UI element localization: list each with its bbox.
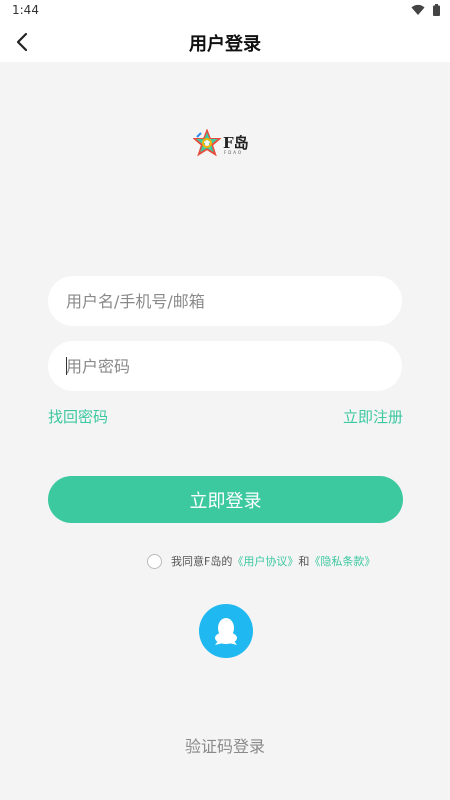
text-cursor	[66, 357, 67, 375]
status-time: 1:44	[12, 3, 39, 17]
privacy-policy-link[interactable]: 《隐私条款》	[309, 553, 375, 569]
login-button[interactable]: 立即登录	[48, 476, 403, 523]
username-field[interactable]	[48, 276, 402, 326]
status-icons	[411, 4, 440, 16]
agree-checkbox[interactable]	[147, 553, 162, 569]
battery-icon	[433, 4, 440, 16]
logo-star-icon	[193, 129, 221, 157]
qq-icon	[215, 618, 237, 645]
logo-text: F岛	[223, 133, 249, 152]
register-link[interactable]: 立即注册	[343, 406, 403, 427]
qq-login-button[interactable]	[199, 604, 253, 658]
sms-code-login-link[interactable]: 验证码登录	[0, 733, 450, 757]
page-title: 用户登录	[189, 34, 261, 55]
agreement-row: 我同意F岛的 《用户协议》 和 《隐私条款》	[147, 553, 375, 569]
password-input[interactable]	[48, 341, 402, 391]
agreement-and: 和	[298, 555, 310, 568]
forgot-password-link[interactable]: 找回密码	[48, 406, 108, 427]
logo-subtext: FDAO	[224, 150, 244, 155]
wifi-icon	[411, 4, 425, 15]
app-logo: F岛 FDAO	[193, 128, 257, 158]
user-agreement-link[interactable]: 《用户协议》	[232, 553, 298, 569]
agreement-prefix: 我同意F岛的	[171, 555, 233, 568]
nav-bar: 用户登录	[0, 22, 450, 62]
password-field[interactable]	[48, 341, 402, 391]
status-bar: 1:44	[0, 0, 450, 22]
username-input[interactable]	[48, 276, 402, 326]
